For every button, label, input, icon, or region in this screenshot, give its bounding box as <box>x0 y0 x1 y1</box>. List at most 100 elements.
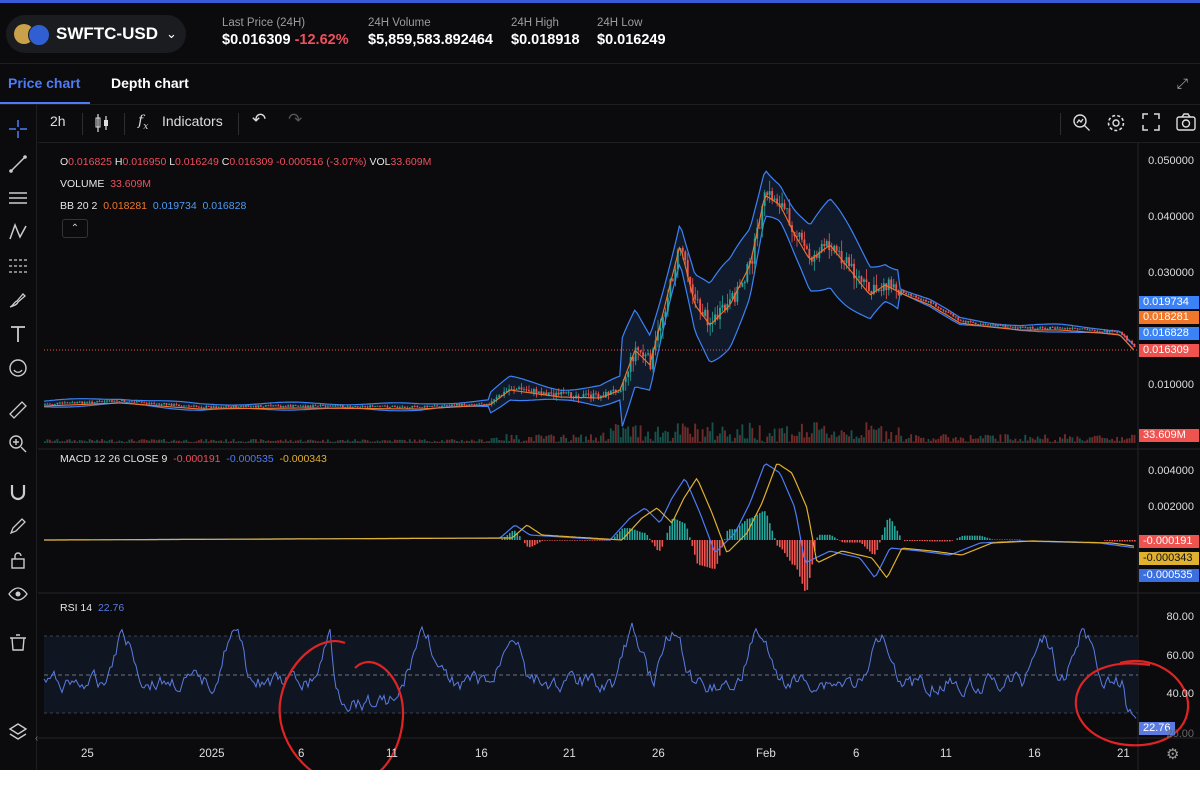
candle-body <box>61 402 64 404</box>
volume-bar <box>934 439 937 443</box>
axis-settings-icon[interactable]: ⚙ <box>1166 745 1179 763</box>
candle-body <box>163 403 166 405</box>
candle-body <box>696 299 699 301</box>
volume-bar <box>262 439 265 443</box>
candle-body <box>180 406 183 407</box>
volume-bar <box>671 437 674 443</box>
price-chart-canvas[interactable] <box>0 3 1200 770</box>
time-axis-tick: 21 <box>563 748 576 760</box>
volume-bar <box>1083 441 1086 443</box>
candle-body <box>441 405 443 407</box>
volume-bar <box>1081 440 1084 443</box>
volume-bar <box>361 439 364 443</box>
volume-bar <box>438 441 441 443</box>
volume-bar <box>905 439 908 443</box>
candle-body <box>254 405 257 408</box>
volume-bar <box>133 440 136 443</box>
candle-body <box>1126 335 1128 341</box>
macd-histogram-bar <box>1004 539 1006 540</box>
candle-body <box>73 402 76 404</box>
volume-bar <box>691 437 694 443</box>
volume-bar <box>768 433 771 443</box>
macd-histogram-bar <box>836 538 839 540</box>
macd-histogram-bar <box>809 540 811 578</box>
macd-histogram-bar <box>1014 539 1016 540</box>
volume-bar <box>495 437 498 443</box>
candle-body <box>366 406 369 408</box>
candle-body <box>882 283 885 291</box>
candle-body <box>835 245 838 252</box>
volume-bar <box>242 441 245 443</box>
candle-body <box>555 392 558 397</box>
volume-bar <box>473 440 476 443</box>
volume-bar <box>317 441 319 443</box>
volume-bar <box>887 439 890 443</box>
volume-bar <box>619 437 622 443</box>
candle-body <box>88 401 91 403</box>
volume-bar <box>788 441 791 443</box>
macd-histogram-bar <box>1116 540 1119 542</box>
candle-body <box>215 406 218 408</box>
volume-bar <box>644 436 647 443</box>
macd-histogram-bar <box>849 540 851 543</box>
volume-bar <box>612 430 615 443</box>
volume-bar <box>853 438 855 443</box>
volume-bar <box>865 422 868 443</box>
candle-body <box>977 324 980 325</box>
candle-body <box>1106 330 1109 333</box>
macd-histogram-bar <box>926 540 929 542</box>
collapse-toolbar-icon[interactable]: ‹ <box>35 733 38 744</box>
candle-body <box>949 312 952 314</box>
volume-bar <box>793 435 796 443</box>
volume-bar <box>972 438 975 443</box>
candle-body <box>915 295 917 298</box>
macd-histogram-bar <box>686 528 689 540</box>
macd-histogram-bar <box>684 523 686 540</box>
candle-body <box>307 405 309 408</box>
volume-bar <box>160 439 163 443</box>
bb-lower-value: 0.016828 <box>202 200 247 212</box>
volume-bar <box>567 441 570 443</box>
candle-body <box>758 227 761 229</box>
macd-histogram-bar <box>916 540 919 542</box>
macd-histogram-bar <box>991 539 994 540</box>
candle-body <box>44 403 46 405</box>
candle-body <box>1131 341 1133 345</box>
volume-bar <box>426 440 429 443</box>
macd-histogram-bar <box>566 540 569 541</box>
volume-bar <box>1073 441 1076 443</box>
volume-bar <box>786 426 788 443</box>
collapse-legend-button[interactable]: ⌃ <box>62 219 88 238</box>
candle-body <box>1034 328 1037 330</box>
volume-bar <box>1103 438 1106 443</box>
candle-body <box>381 405 384 407</box>
volume-bar <box>927 439 930 443</box>
volume-bar <box>346 439 349 443</box>
candle-body <box>1024 327 1027 329</box>
volume-bar <box>76 441 79 443</box>
candle-body <box>525 389 528 391</box>
volume-bar <box>706 427 709 443</box>
macd-histogram-bar <box>984 536 986 540</box>
candle-body <box>704 309 707 317</box>
volume-bar <box>93 440 96 443</box>
macd-histogram-bar <box>821 534 824 540</box>
volume-bar <box>398 439 401 443</box>
candle-body <box>483 404 486 405</box>
candle-body <box>247 405 250 407</box>
macd-histogram-bar <box>1119 540 1121 542</box>
candle-body <box>118 401 121 402</box>
volume-bar <box>726 436 729 443</box>
volume-bar <box>652 440 654 443</box>
high-value-legend: 0.016950 <box>122 156 167 168</box>
candle-body <box>369 405 371 408</box>
volume-bar <box>339 439 342 443</box>
macd-histogram-bar <box>799 540 801 577</box>
candle-body <box>800 232 803 240</box>
volume-bar <box>381 440 384 443</box>
volume-bar <box>73 440 76 443</box>
candle-body <box>302 405 304 407</box>
rsi-name: RSI 14 <box>60 602 93 614</box>
candle-body <box>1108 330 1111 333</box>
candle-body <box>619 390 622 392</box>
